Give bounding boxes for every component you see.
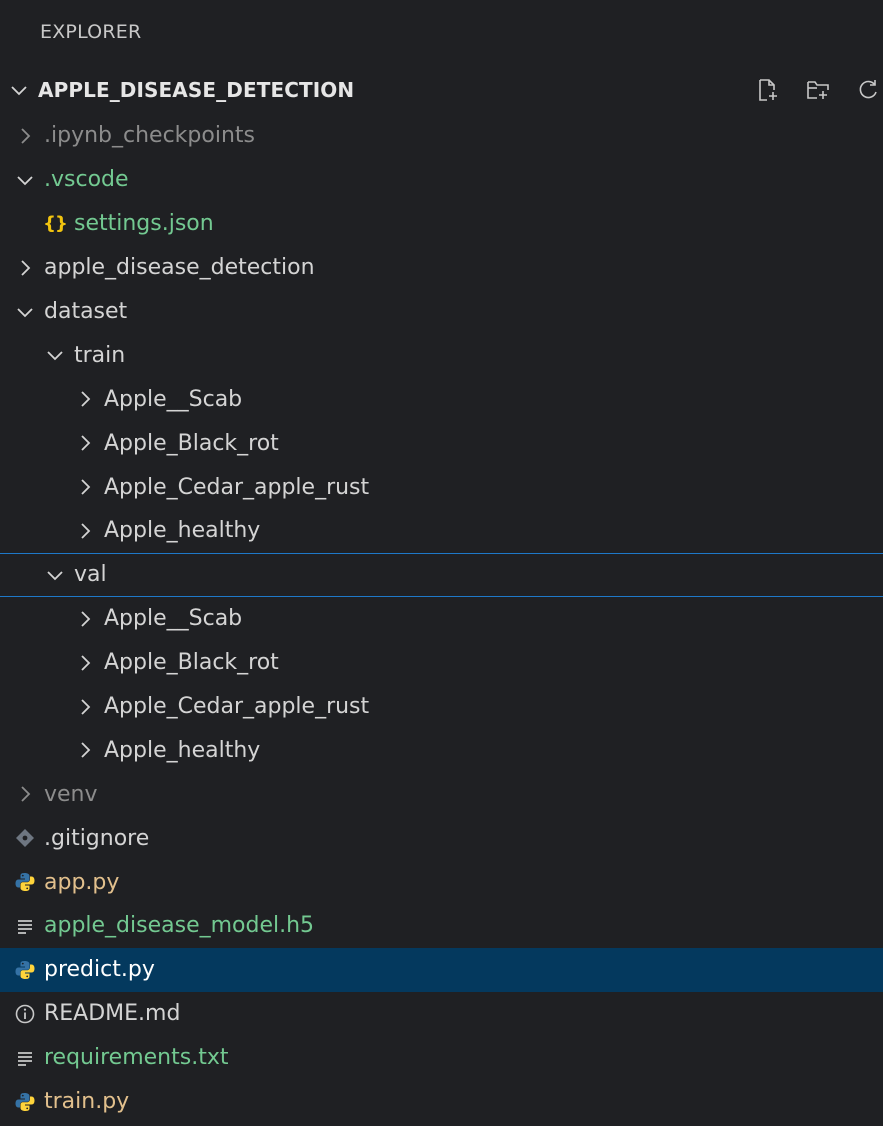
chevron-right-icon (72, 737, 98, 763)
python-icon (12, 957, 38, 983)
tree-folder-apple-healthy[interactable]: Apple_healthy (0, 728, 883, 772)
chevron-right-icon (72, 430, 98, 456)
tree-item-label: .vscode (44, 167, 129, 193)
tree-file-app-py[interactable]: app.py (0, 860, 883, 904)
tree-item-label: train (74, 342, 126, 368)
tree-item-label: Apple_healthy (104, 737, 261, 763)
section-actions (752, 74, 883, 106)
workspace-title: APPLE_DISEASE_DETECTION (38, 78, 355, 102)
tree-file-readme-md[interactable]: README.md (0, 992, 883, 1036)
tree-folder-apple-cedar-apple-rust[interactable]: Apple_Cedar_apple_rust (0, 685, 883, 729)
chevron-right-icon (72, 474, 98, 500)
tree-file-gitignore[interactable]: .gitignore (0, 816, 883, 860)
tree-folder-train[interactable]: train (0, 333, 883, 377)
chevron-down-icon (6, 77, 32, 103)
tree-folder-val[interactable]: val (0, 552, 883, 597)
chevron-right-icon (72, 606, 98, 632)
tree-folder-dataset[interactable]: dataset (0, 290, 883, 334)
chevron-down-icon (42, 562, 68, 588)
tree-item-label: README.md (44, 1001, 181, 1027)
tree-folder-venv[interactable]: venv (0, 772, 883, 816)
tree-folder-apple-black-rot[interactable]: Apple_Black_rot (0, 421, 883, 465)
tree-item-label: .gitignore (44, 825, 150, 851)
refresh-icon[interactable] (852, 74, 883, 106)
tree-file-predict-py[interactable]: predict.py (0, 947, 883, 992)
json-braces-icon: {} (43, 213, 68, 235)
tree-item-label: val (74, 562, 107, 588)
chevron-right-icon (72, 386, 98, 412)
tree-item-label: venv (44, 781, 98, 807)
text-lines-icon (12, 1045, 38, 1071)
tree-item-label: app.py (44, 869, 120, 895)
explorer-panel: EXPLORER APPLE_DISEASE_DETECTION .ipynb_… (0, 0, 883, 1126)
info-icon (12, 1001, 38, 1027)
python-icon (12, 869, 38, 895)
new-file-icon[interactable] (752, 74, 784, 106)
explorer-title: EXPLORER (40, 21, 142, 43)
tree-item-label: Apple__Scab (104, 606, 243, 632)
tree-item-label: apple_disease_detection (44, 255, 315, 281)
tree-file-apple-disease-model-h5[interactable]: apple_disease_model.h5 (0, 904, 883, 948)
tree-item-label: apple_disease_model.h5 (44, 913, 315, 939)
tree-item-label: Apple__Scab (104, 386, 243, 412)
tree-folder-vscode[interactable]: .vscode (0, 158, 883, 202)
chevron-right-icon (12, 123, 38, 149)
tree-item-label: Apple_Cedar_apple_rust (104, 474, 370, 500)
chevron-down-icon (42, 342, 68, 368)
tree-folder-apple-healthy[interactable]: Apple_healthy (0, 509, 883, 553)
tree-item-label: Apple_Black_rot (104, 650, 279, 676)
chevron-right-icon (72, 694, 98, 720)
tree-folder-apple-scab[interactable]: Apple__Scab (0, 377, 883, 421)
tree-item-label: train.py (44, 1089, 130, 1115)
tree-item-label: Apple_Cedar_apple_rust (104, 694, 370, 720)
tree-folder-apple-disease-detection[interactable]: apple_disease_detection (0, 246, 883, 290)
chevron-down-icon (12, 299, 38, 325)
new-folder-icon[interactable] (802, 74, 834, 106)
text-lines-icon (12, 913, 38, 939)
python-icon (12, 1089, 38, 1115)
tree-folder-apple-scab[interactable]: Apple__Scab (0, 597, 883, 641)
file-tree: .ipynb_checkpoints .vscode {} settings.json… (0, 114, 883, 1123)
chevron-right-icon (12, 255, 38, 281)
tree-folder-apple-black-rot[interactable]: Apple_Black_rot (0, 641, 883, 685)
tree-folder-ipynb-checkpoints[interactable]: .ipynb_checkpoints (0, 114, 883, 158)
tree-item-label: predict.py (44, 957, 155, 983)
tree-file-train-py[interactable]: train.py (0, 1080, 883, 1124)
chevron-down-icon (12, 167, 38, 193)
tree-file-settings-json[interactable]: {} settings.json (0, 202, 883, 246)
tree-item-label: dataset (44, 299, 128, 324)
tree-folder-apple-cedar-apple-rust[interactable]: Apple_Cedar_apple_rust (0, 465, 883, 509)
tree-item-label: requirements.txt (44, 1045, 229, 1071)
chevron-right-icon (72, 650, 98, 676)
tree-file-requirements-txt[interactable]: requirements.txt (0, 1036, 883, 1080)
tree-item-label: settings.json (74, 211, 214, 237)
tree-item-label: Apple_Black_rot (104, 430, 279, 456)
git-diamond-icon (12, 825, 38, 851)
tree-item-label: Apple_healthy (104, 518, 261, 544)
workspace-section-header[interactable]: APPLE_DISEASE_DETECTION (0, 68, 883, 112)
chevron-right-icon (72, 518, 98, 544)
tree-item-label: .ipynb_checkpoints (44, 123, 255, 149)
chevron-right-icon (12, 781, 38, 807)
